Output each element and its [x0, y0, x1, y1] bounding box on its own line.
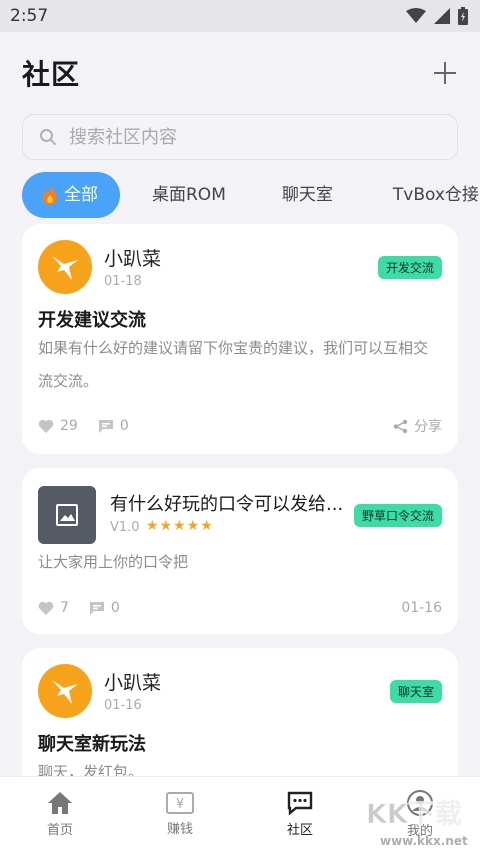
username[interactable]: 小趴菜 [104, 244, 161, 271]
search-input[interactable] [69, 126, 389, 148]
nav-profile-label: 我的 [406, 824, 433, 839]
post-date: 01-16 [104, 698, 142, 713]
page-header: 社区 [0, 32, 480, 114]
status-bar: 2:57 [0, 0, 480, 32]
nav-earn-label: 赚钱 [166, 822, 193, 837]
tab-all-label: 全部 [64, 185, 98, 205]
category-badge[interactable]: 开发交流 [377, 256, 442, 279]
post-body: 让大家用上你的口令把 [38, 553, 189, 571]
wifi-icon [406, 8, 426, 23]
home-icon [48, 792, 72, 814]
post-title: 有什么好玩的口令可以发给... [110, 494, 344, 515]
tab-tvbox[interactable]: TvBox仓接口 [377, 172, 480, 218]
signal-icon [434, 8, 450, 24]
post-card[interactable]: 小趴菜 01-18 开发交流 开发建议交流 如果有什么好的建议请留下你宝贵的建议… [22, 224, 458, 454]
nav-profile[interactable]: 我的 [360, 777, 480, 852]
add-post-button[interactable] [434, 62, 456, 84]
fire-icon [43, 185, 57, 205]
bottom-nav: 首页 ¥ 赚钱 社区 我的 [0, 776, 480, 852]
like-count: 29 [60, 418, 78, 434]
tab-chatroom[interactable]: 聊天室 [266, 172, 349, 218]
comment-count: 0 [119, 418, 129, 434]
money-icon: ¥ [166, 792, 194, 814]
category-badge[interactable]: 野草口令交流 [353, 504, 442, 527]
post-stats: 29 0 分享 [38, 416, 442, 436]
category-badge[interactable]: 聊天室 [389, 680, 442, 703]
category-tabs: 全部 桌面ROM 聊天室 TvBox仓接口 [0, 172, 480, 218]
post-title: 聊天室新玩法 [38, 734, 146, 755]
like-button[interactable]: 29 [38, 418, 78, 434]
rating-stars: ★★★★★ [146, 518, 214, 534]
tab-all[interactable]: 全部 [22, 172, 120, 218]
image-icon [56, 504, 78, 526]
comment-icon [98, 419, 113, 433]
community-icon [287, 791, 313, 815]
comment-button[interactable]: 0 [98, 418, 129, 434]
post-body: 如果有什么好的建议请留下你宝贵的建议，我们可以互相交流交流。 [38, 339, 429, 390]
status-time: 2:57 [10, 6, 49, 26]
avatar[interactable] [38, 240, 92, 294]
search-icon [40, 129, 56, 145]
battery-icon [458, 7, 468, 25]
nav-home[interactable]: 首页 [0, 777, 120, 852]
comment-icon [89, 601, 104, 615]
comment-count: 0 [110, 600, 120, 616]
nav-earn[interactable]: ¥ 赚钱 [120, 777, 240, 852]
hummingbird-icon [52, 680, 78, 704]
like-count: 7 [60, 600, 69, 616]
search-bar[interactable] [22, 114, 458, 160]
heart-icon [38, 601, 54, 615]
post-card[interactable]: 有什么好玩的口令可以发给... V1.0 ★★★★★ 野草口令交流 让大家用上你… [22, 468, 458, 634]
post-stats: 7 0 01-16 [38, 600, 442, 616]
status-icons [406, 7, 468, 25]
avatar[interactable] [38, 664, 92, 718]
version-label: V1.0 [110, 520, 140, 535]
page-title: 社区 [22, 58, 81, 91]
hummingbird-icon [52, 256, 78, 280]
nav-community[interactable]: 社区 [240, 777, 360, 852]
tab-desktop-rom[interactable]: 桌面ROM [136, 172, 242, 218]
like-button[interactable]: 7 [38, 600, 69, 616]
svg-text:¥: ¥ [176, 797, 184, 812]
username[interactable]: 小趴菜 [104, 668, 161, 695]
share-button[interactable]: 分享 [393, 416, 442, 436]
nav-home-label: 首页 [46, 823, 73, 838]
post-date: 01-16 [401, 600, 442, 616]
post-date: 01-18 [104, 274, 142, 289]
post-title: 开发建议交流 [38, 310, 146, 331]
app-thumbnail[interactable] [38, 486, 96, 544]
nav-community-label: 社区 [286, 823, 313, 838]
heart-icon [38, 419, 54, 433]
profile-icon [407, 790, 433, 816]
share-icon [393, 419, 408, 433]
share-label: 分享 [414, 419, 442, 435]
comment-button[interactable]: 0 [89, 600, 120, 616]
